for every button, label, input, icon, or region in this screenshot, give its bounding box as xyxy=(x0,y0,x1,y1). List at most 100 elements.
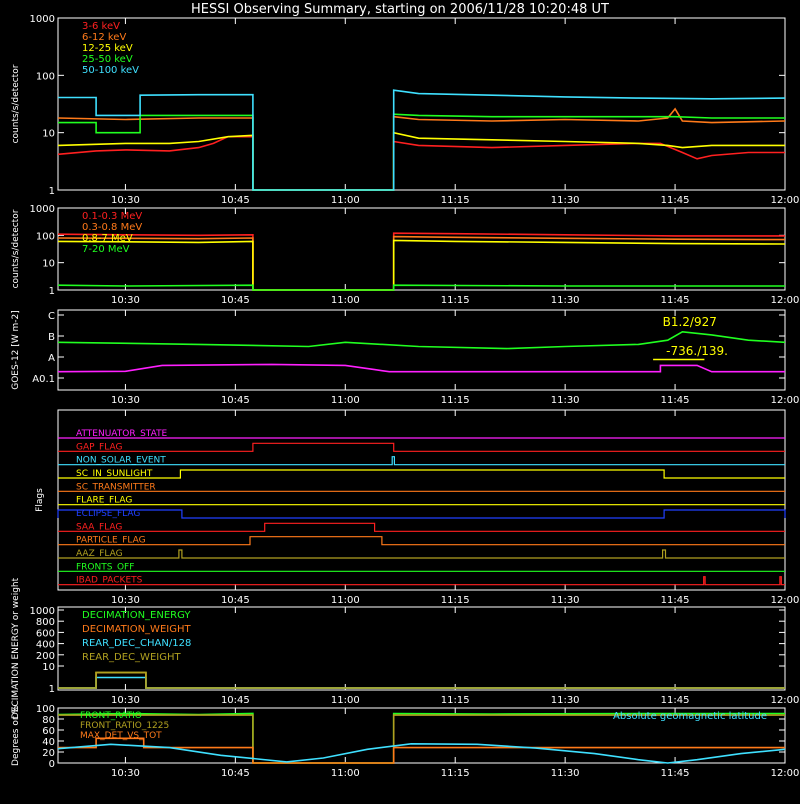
panel-rate-high: 10:30 10:45 11:00 11:15 11:30 11:45 12:00 1 10 10… xyxy=(11,204,799,306)
x-tick-label: 10:30 xyxy=(111,295,140,306)
series-line xyxy=(58,89,786,191)
legend-entry: FRONT_RATIO_1225 xyxy=(80,721,169,731)
y-tick-label: 1000 xyxy=(30,606,55,617)
x-tick-label: 10:30 xyxy=(111,695,140,706)
x-tick-label: 12:00 xyxy=(771,195,800,206)
legend-entry: 0.1-0.3 MeV xyxy=(82,211,142,222)
x-tick-label: 11:45 xyxy=(661,295,690,306)
y-tick-label: 100 xyxy=(36,231,55,242)
legend-entry: 12-25 keV xyxy=(82,43,133,54)
y-tick-label: B xyxy=(48,332,55,343)
y-tick-label: 0 xyxy=(49,759,55,770)
latitude-annotation: Absolute geomagnetic latitude xyxy=(613,711,767,722)
legend-entry: 25-50 keV xyxy=(82,54,133,65)
x-tick-label: 11:45 xyxy=(661,768,690,779)
y-axis-label: GOES-12 [W m-2] xyxy=(11,310,21,390)
y-tick-label: 10 xyxy=(42,259,55,270)
y-tick-label: 80 xyxy=(42,715,55,726)
y-tick-label: 800 xyxy=(36,617,55,628)
x-tick-label: 11:45 xyxy=(661,595,690,606)
series-line xyxy=(58,671,785,689)
x-tick-label: 10:30 xyxy=(111,395,140,406)
y-tick-label: 600 xyxy=(36,628,55,639)
series-line xyxy=(57,239,786,291)
x-tick-label: 10:30 xyxy=(111,195,140,206)
panel-ratios: 10:30 10:45 11:00 11:15 11:30 11:45 12:00 02040… xyxy=(11,704,799,779)
legend-entry: 7-20 MeV xyxy=(82,244,130,255)
x-tick-label: 10:45 xyxy=(221,395,250,406)
y-tick-label: A xyxy=(48,353,55,364)
series-line xyxy=(57,135,785,191)
series-line xyxy=(57,235,786,291)
flag-trace xyxy=(57,509,786,519)
legend-entry: DECIMATION_WEIGHT xyxy=(82,624,191,635)
series-line xyxy=(57,131,785,191)
y-tick-label: 1 xyxy=(49,186,55,197)
series-line xyxy=(58,676,785,689)
series-line xyxy=(57,742,786,764)
legend-entry: FRONT_RATIO xyxy=(80,711,142,721)
x-tick-label: 11:00 xyxy=(331,695,360,706)
x-tick-label: 11:45 xyxy=(661,195,690,206)
flag-trace xyxy=(58,549,785,559)
legend-entry: 0.3-0.8 MeV xyxy=(82,222,142,233)
x-tick-label: 10:45 xyxy=(221,595,250,606)
flag-trace xyxy=(58,536,785,546)
x-tick-label: 10:45 xyxy=(221,768,250,779)
y-axis-label: counts/s/detector xyxy=(11,64,21,143)
summary-plot-canvas: HESSI Observing Summary, starting on 200… xyxy=(11,2,800,779)
x-tick-label: 12:00 xyxy=(771,595,800,606)
series-line xyxy=(58,113,785,191)
x-tick-label: 11:30 xyxy=(551,195,580,206)
panel-frame xyxy=(57,17,786,191)
panel-rate-low: 10:30 10:45 11:00 11:15 11:30 11:45 12:00 1 10 10… xyxy=(11,14,799,206)
goes-annotation: -736./139. xyxy=(666,344,728,358)
legend-entry: REAR_DEC_CHAN/128 xyxy=(82,638,191,649)
goes-annotation: B1.2/927 xyxy=(663,315,717,329)
x-tick-label: 10:30 xyxy=(111,595,140,606)
series-line xyxy=(58,671,785,689)
legend-entry: DECIMATION_ENERGY xyxy=(82,610,191,621)
y-tick-label: 1 xyxy=(49,684,55,695)
x-tick-label: 12:00 xyxy=(771,295,800,306)
series-line xyxy=(57,284,785,291)
x-tick-label: 11:30 xyxy=(551,295,580,306)
y-tick-label: 60 xyxy=(42,726,55,737)
y-axis-label: Flags xyxy=(35,488,45,512)
panel-frame xyxy=(57,207,786,291)
x-tick-label: 12:00 xyxy=(771,695,800,706)
y-tick-label: 100 xyxy=(36,704,55,715)
y-tick-label: 200 xyxy=(36,651,55,662)
chart-title: HESSI Observing Summary, starting on 200… xyxy=(191,2,609,17)
x-tick-label: 12:00 xyxy=(771,768,800,779)
flag-trace xyxy=(58,456,785,466)
y-tick-label: 1000 xyxy=(30,14,55,25)
y-tick-label: 20 xyxy=(42,748,55,759)
x-tick-label: 11:00 xyxy=(331,395,360,406)
flag-trace xyxy=(58,576,785,586)
x-tick-label: 10:30 xyxy=(111,768,140,779)
observing-summary-chart: HESSI Observing Summary, starting on 200… xyxy=(0,0,800,800)
x-tick-label: 11:30 xyxy=(551,595,580,606)
flag-trace xyxy=(58,469,785,479)
x-tick-label: 11:00 xyxy=(331,295,360,306)
y-tick-label: 10 xyxy=(42,129,55,140)
y-tick-label: 400 xyxy=(36,640,55,651)
x-tick-label: 10:45 xyxy=(221,695,250,706)
y-tick-label: 40 xyxy=(42,737,55,748)
flag-trace xyxy=(58,522,785,532)
y-tick-label: 1 xyxy=(49,286,55,297)
x-tick-label: 11:00 xyxy=(331,195,360,206)
x-tick-label: 10:45 xyxy=(221,295,250,306)
x-tick-label: 11:00 xyxy=(331,768,360,779)
y-axis-label: Degrees or % xyxy=(11,705,21,766)
legend-entry: 3-6 keV xyxy=(82,21,120,32)
x-tick-label: 11:00 xyxy=(331,595,360,606)
y-tick-label: 100 xyxy=(36,71,55,82)
y-axis-label: DECIMATION ENERGY or weight xyxy=(11,577,21,719)
y-axis-label: counts/s/detector xyxy=(11,209,21,288)
x-tick-label: 11:45 xyxy=(661,695,690,706)
x-tick-label: 11:15 xyxy=(441,395,470,406)
series-line xyxy=(57,363,785,373)
flag-trace xyxy=(58,442,785,452)
